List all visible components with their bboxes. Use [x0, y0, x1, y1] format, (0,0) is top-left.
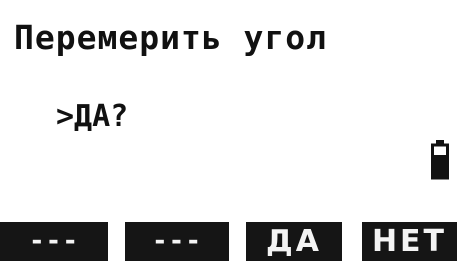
no-softkey[interactable]: НЕТ: [362, 222, 457, 261]
confirm-prompt: >ДА?: [56, 99, 129, 134]
yes-softkey[interactable]: ДА: [246, 222, 342, 261]
screen-title: Перемерить угол: [14, 18, 328, 57]
battery-icon: [431, 140, 449, 180]
instrument-display: Перемерить угол >ДА? --- --- ДА НЕТ: [0, 0, 457, 261]
softkey-f2[interactable]: ---: [125, 222, 229, 261]
softkey-bar: --- --- ДА НЕТ: [0, 222, 457, 261]
softkey-f1[interactable]: ---: [0, 222, 108, 261]
